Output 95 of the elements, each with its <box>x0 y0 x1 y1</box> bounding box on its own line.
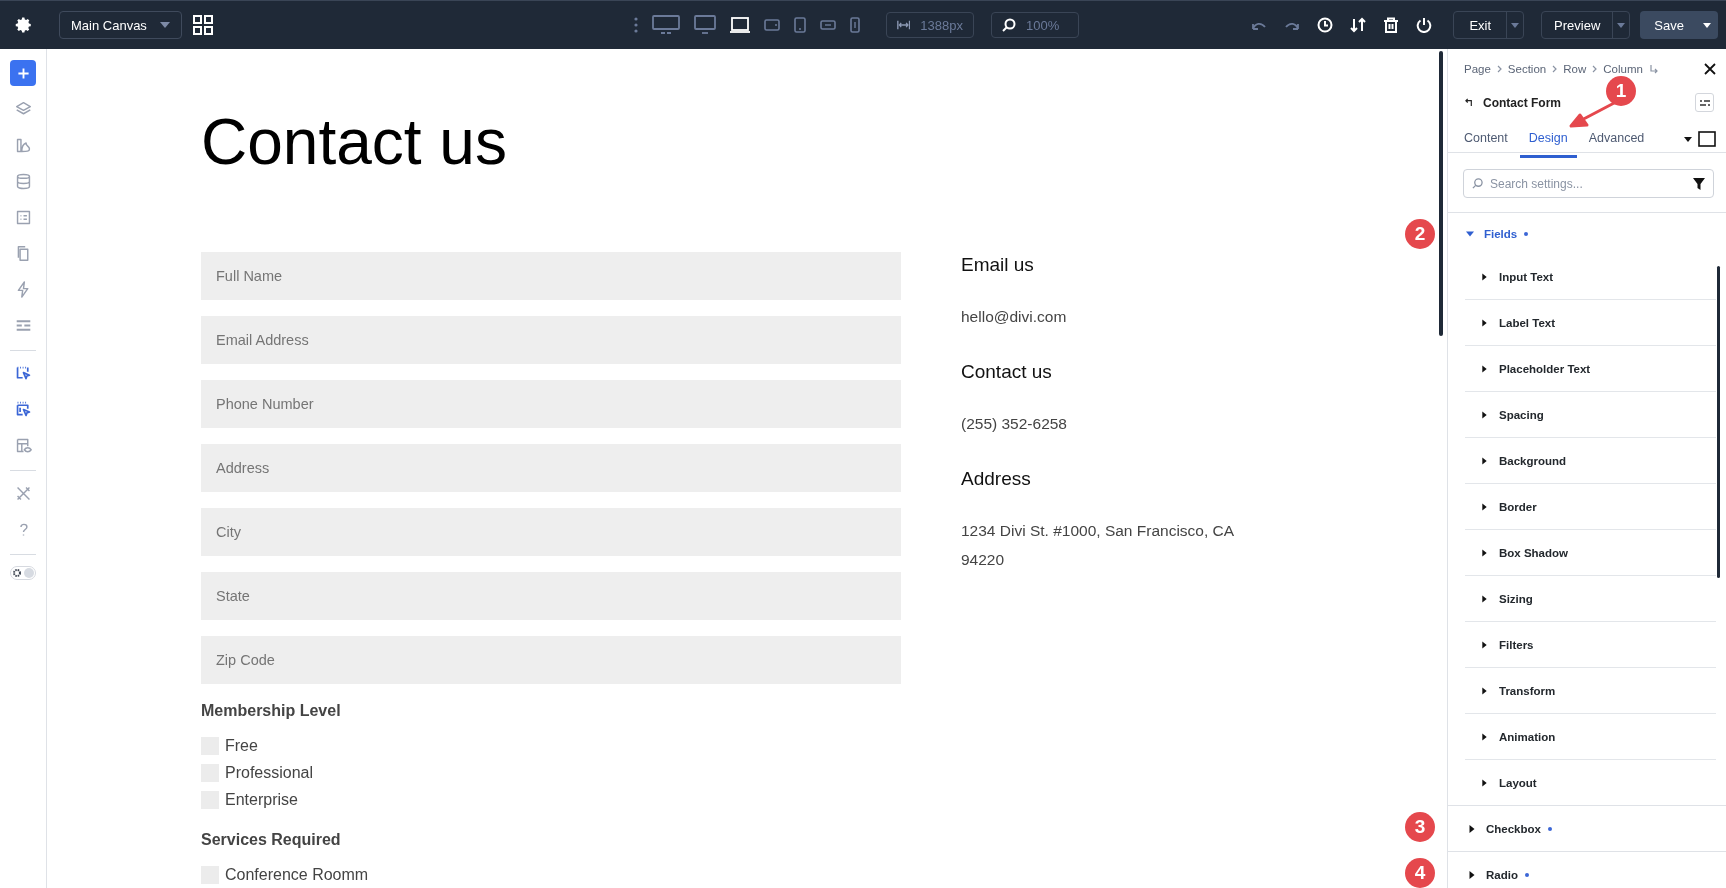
callout-badge: 1 <box>1606 76 1636 106</box>
checkbox-label: Free <box>225 736 258 755</box>
form-input-field[interactable]: Phone Number <box>201 380 901 428</box>
scrollbar[interactable] <box>1717 266 1720 578</box>
caret-right-icon[interactable] <box>1481 594 1488 603</box>
settings-subgroup[interactable]: Layout <box>1499 776 1537 789</box>
caret-right-icon[interactable] <box>1481 640 1488 649</box>
page-heading: Contact us <box>201 107 508 177</box>
laptop-icon[interactable] <box>730 16 750 34</box>
checkbox-group-label: Services Required <box>201 831 342 849</box>
power-icon[interactable] <box>1416 17 1433 33</box>
callout-badge: 4 <box>1405 858 1435 888</box>
trash-icon[interactable] <box>1383 17 1400 33</box>
breadcrumb-link[interactable]: Page <box>1464 63 1491 75</box>
width-icon <box>897 19 911 31</box>
callout-badge: 2 <box>1405 219 1435 249</box>
caret-right-icon[interactable] <box>1481 686 1488 695</box>
caret-right-icon[interactable] <box>1481 456 1488 465</box>
info-text: 1234 Divi St. #1000, San Francisco, CA 94220 <box>961 521 1235 570</box>
preset-button[interactable] <box>1695 93 1714 112</box>
square-icon[interactable] <box>1698 131 1716 147</box>
settings-subgroup[interactable]: Sizing <box>1499 592 1533 605</box>
sort-icon[interactable] <box>1350 17 1367 33</box>
form-input-field[interactable]: State <box>201 572 901 620</box>
caret-right-icon[interactable] <box>1481 318 1488 327</box>
info-text: (255) 352-6258 <box>961 414 1068 434</box>
tablet-icon[interactable] <box>764 19 780 31</box>
form-input-field[interactable]: Email Address <box>201 316 901 364</box>
checkbox-label: Professional <box>225 763 314 782</box>
zoom-icon <box>1002 18 1016 32</box>
panel-tab[interactable]: Advanced <box>1580 120 1653 158</box>
search-input[interactable]: Search settings... <box>1488 175 1688 192</box>
caret-icon[interactable] <box>1684 136 1692 142</box>
chevron-icon <box>1496 65 1502 73</box>
settings-subgroup[interactable]: Box Shadow <box>1499 546 1568 559</box>
settings-subgroup[interactable]: Spacing <box>1499 408 1544 421</box>
history-icon[interactable] <box>1317 17 1334 33</box>
settings-subgroup[interactable]: Filters <box>1499 638 1534 651</box>
settings-subgroup[interactable]: Background <box>1499 454 1567 467</box>
settings-subgroup[interactable]: Label Text <box>1499 316 1556 329</box>
info-heading: Email us <box>961 254 1035 276</box>
caret-down-icon[interactable] <box>1466 229 1474 238</box>
settings-subgroup[interactable]: Placeholder Text <box>1499 362 1591 375</box>
return-arrow-icon <box>1648 64 1659 74</box>
caret-right-icon[interactable] <box>1481 364 1488 373</box>
checkbox-label: Conference Roomm <box>225 865 369 884</box>
grid-icon[interactable] <box>193 15 213 35</box>
settings-subgroup[interactable]: Transform <box>1499 684 1556 697</box>
panel-tab[interactable]: Content <box>1456 120 1516 158</box>
form-input-field[interactable]: Full Name <box>201 252 901 300</box>
caret-right-icon[interactable] <box>1481 778 1488 787</box>
caret-right-icon[interactable] <box>1481 732 1488 741</box>
settings-group-header[interactable]: Fields <box>1484 227 1518 240</box>
phone-icon[interactable] <box>850 17 860 33</box>
info-heading: Contact us <box>961 361 1053 383</box>
caret-right-icon[interactable] <box>1481 272 1488 281</box>
caret-right-icon[interactable] <box>1481 548 1488 557</box>
info-heading: Address <box>961 468 1032 490</box>
monitor-icon[interactable] <box>652 15 680 35</box>
scrollbar[interactable] <box>1439 51 1443 336</box>
form-input-field[interactable]: Zip Code <box>201 636 901 684</box>
chevron-icon <box>1552 65 1558 73</box>
canvas-dropdown[interactable]: Main Canvas <box>59 11 182 39</box>
settings-group-header[interactable]: Checkbox <box>1486 822 1541 835</box>
settings-icon[interactable] <box>15 16 33 34</box>
close-icon[interactable] <box>1704 63 1716 75</box>
phone-icon[interactable] <box>820 20 836 30</box>
checkbox-group-label: Membership Level <box>201 702 342 720</box>
filter-icon[interactable] <box>1693 177 1705 190</box>
theme-toggle-icon[interactable] <box>10 566 36 580</box>
settings-subgroup[interactable]: Border <box>1499 500 1537 513</box>
search-icon <box>1472 178 1483 189</box>
search-field[interactable]: Search settings... <box>1463 169 1714 198</box>
settings-subgroup[interactable]: Input Text <box>1499 270 1554 283</box>
settings-subgroup[interactable]: Animation <box>1499 730 1556 743</box>
info-text: hello@divi.com <box>961 307 1068 327</box>
more-icon[interactable] <box>634 17 638 33</box>
form-input-field[interactable]: Address <box>201 444 901 492</box>
callout-badge: 3 <box>1405 812 1435 842</box>
breadcrumb-link[interactable]: Section <box>1507 63 1547 75</box>
form-input-field[interactable]: City <box>201 508 901 556</box>
monitor-icon[interactable] <box>694 15 716 35</box>
module-title: Contact Form <box>1483 95 1561 110</box>
checkbox-label: Enterprise <box>225 790 298 809</box>
caret-right-icon[interactable] <box>1481 502 1488 511</box>
caret-right-icon[interactable] <box>1468 824 1476 833</box>
chevron-icon <box>1592 65 1598 73</box>
breadcrumb-link[interactable]: Row <box>1563 63 1587 75</box>
settings-group-header[interactable]: Radio <box>1486 868 1518 881</box>
breadcrumb-link[interactable]: Column <box>1603 63 1643 75</box>
caret-right-icon[interactable] <box>1481 410 1488 419</box>
caret-right-icon[interactable] <box>1468 870 1476 879</box>
back-arrow-icon[interactable] <box>1465 98 1474 107</box>
tablet-icon[interactable] <box>794 17 806 33</box>
sliders-icon[interactable] <box>1699 98 1710 107</box>
